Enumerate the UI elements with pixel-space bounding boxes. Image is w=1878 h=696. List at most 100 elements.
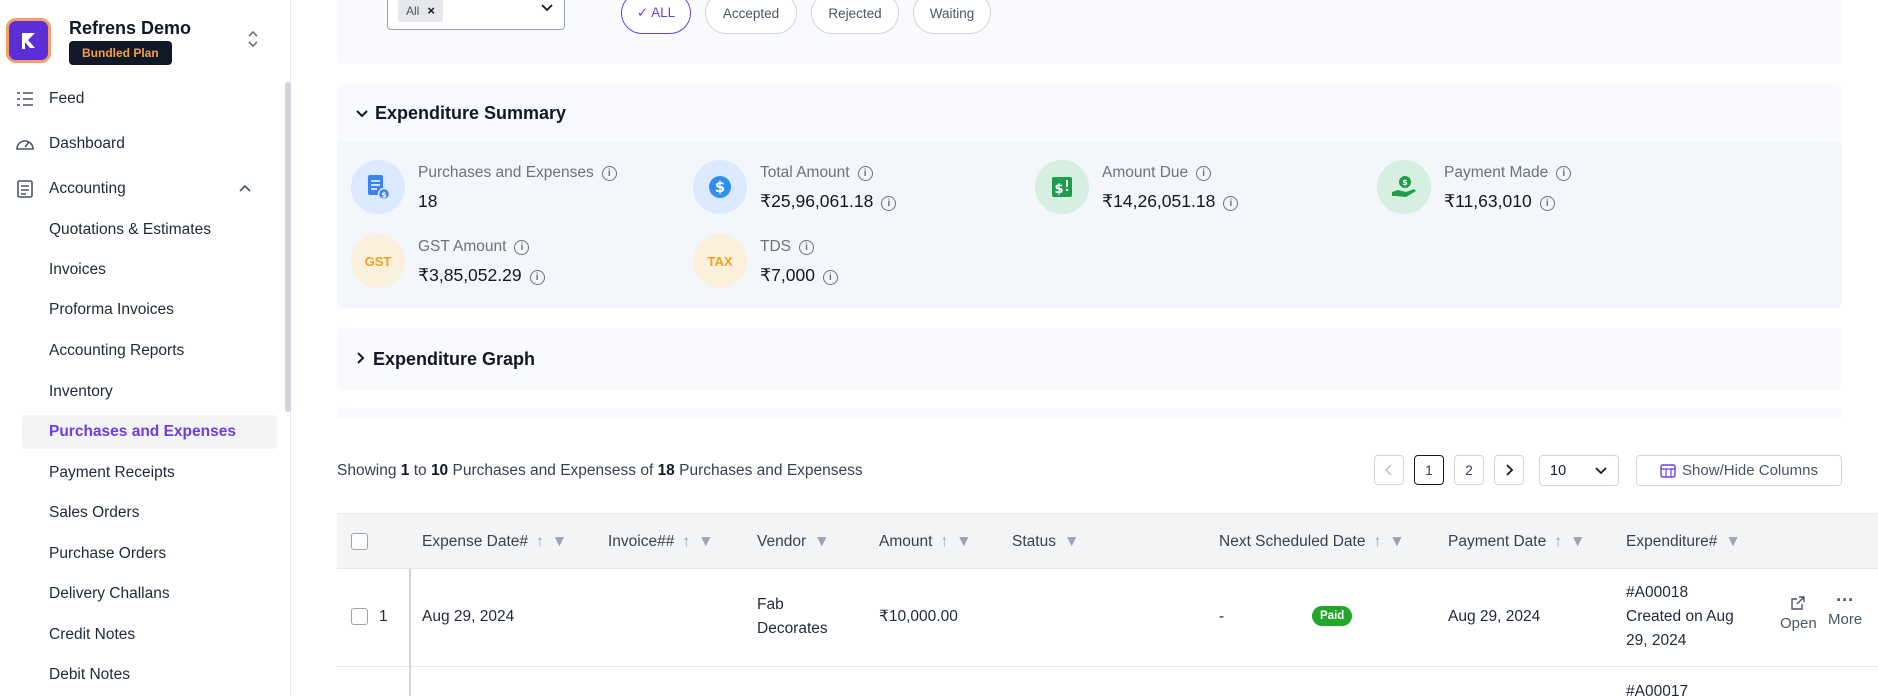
info-icon[interactable]: i (1223, 196, 1239, 211)
column-header-next-scheduled-date[interactable]: Next Scheduled Date ↑ ▼ (1219, 514, 1405, 570)
next-page-button[interactable] (1494, 455, 1524, 485)
tag-filter-select[interactable]: All × (387, 0, 565, 30)
panel-divider (337, 408, 1842, 418)
stat-label: Purchases and Expenses (418, 164, 594, 181)
cell-payment-date: Aug 29, 2024 (1448, 608, 1541, 625)
select-all-checkbox[interactable] (351, 533, 368, 550)
stat-label: Total Amount (760, 164, 850, 181)
column-label: Amount (879, 533, 933, 550)
org-switcher[interactable]: Refrens Demo Bundled Plan (6, 18, 288, 74)
filter-icon[interactable]: ▼ (1389, 533, 1404, 551)
sidebar-item-dashboard[interactable]: Dashboard (0, 127, 280, 161)
info-icon[interactable]: i (1556, 166, 1572, 181)
filter-icon[interactable]: ▼ (1570, 533, 1585, 551)
info-icon[interactable]: i (1196, 166, 1212, 181)
status-pill-rejected[interactable]: Rejected (811, 0, 899, 34)
cell-next-scheduled-date: - (1219, 608, 1225, 625)
showing-total: 18 (657, 462, 675, 479)
column-header-expenditure[interactable]: Expenditure# ▼ (1626, 514, 1741, 570)
sidebar-item-quotations[interactable]: Quotations & Estimates (22, 213, 277, 247)
sort-icon[interactable]: ↑ (1373, 533, 1381, 551)
filter-icon[interactable]: ▼ (1064, 533, 1079, 551)
sidebar-scrollbar[interactable] (285, 82, 291, 412)
page-button-2[interactable]: 2 (1454, 455, 1484, 485)
stat-amount-due: $ Amount Due i ₹14,26,051.18 i (1035, 160, 1355, 220)
prev-page-button[interactable] (1374, 455, 1404, 485)
status-pill-all[interactable]: ✓ ALL (621, 0, 691, 34)
filter-panel: All × ✓ ALL Accepted Rejected Waiting (337, 0, 1842, 64)
sidebar-item-purchases-expenses[interactable]: Purchases and Expenses (22, 415, 277, 449)
sort-icon[interactable]: ↑ (536, 533, 544, 551)
stat-value: ₹7,000 (760, 265, 815, 285)
table-header: Expense Date# ↑ ▼ Invoice## ↑ ▼ Vendor ▼ Amou… (337, 513, 1878, 569)
expenditure-number[interactable]: #A00017 (1626, 680, 1688, 696)
sidebar-item-accounting-reports[interactable]: Accounting Reports (22, 334, 277, 368)
plan-badge: Bundled Plan (69, 41, 172, 65)
more-button[interactable]: ··· More (1828, 591, 1862, 628)
column-divider (409, 569, 411, 696)
sidebar-item-debit-notes[interactable]: Debit Notes (22, 658, 277, 692)
column-header-expense-date[interactable]: Expense Date# ↑ ▼ (422, 514, 567, 570)
open-button[interactable]: Open (1780, 595, 1817, 632)
sidebar-item-feed[interactable]: Feed (0, 82, 280, 116)
sidebar-item-proforma-invoices[interactable]: Proforma Invoices (22, 293, 277, 327)
info-icon[interactable]: i (881, 196, 897, 211)
row-checkbox[interactable] (351, 608, 368, 625)
status-pill-accepted[interactable]: Accepted (705, 0, 797, 34)
filter-icon[interactable]: ▼ (814, 533, 829, 551)
stat-payment-made: $ Payment Made i ₹11,63,010 i (1377, 160, 1697, 220)
stat-value: ₹25,96,061.18 (760, 191, 874, 211)
info-icon[interactable]: i (1539, 196, 1555, 211)
filter-icon[interactable]: ▼ (1725, 533, 1740, 551)
status-pill-waiting[interactable]: Waiting (913, 0, 991, 34)
switch-org-icon[interactable] (246, 28, 260, 50)
info-icon[interactable]: i (601, 166, 617, 181)
cell-vendor[interactable]: Fab Decorates (757, 593, 847, 641)
sidebar-item-payment-receipts[interactable]: Payment Receipts (22, 456, 277, 490)
sidebar-item-delivery-challans[interactable]: Delivery Challans (22, 577, 277, 611)
expenditure-graph-toggle[interactable]: Expenditure Graph (337, 328, 1842, 390)
sidebar-item-inventory[interactable]: Inventory (22, 375, 277, 409)
sort-icon[interactable]: ↑ (682, 533, 690, 551)
filter-icon[interactable]: ▼ (552, 533, 567, 551)
info-icon[interactable]: i (514, 240, 530, 255)
filter-icon[interactable]: ▼ (698, 533, 713, 551)
sidebar-item-credit-notes[interactable]: Credit Notes (22, 618, 277, 652)
page-button-1[interactable]: 1 (1414, 455, 1444, 485)
info-icon[interactable]: i (857, 166, 873, 181)
column-header-invoice[interactable]: Invoice## ↑ ▼ (608, 514, 713, 570)
info-icon[interactable]: i (799, 240, 814, 255)
column-header-vendor[interactable]: Vendor ▼ (757, 514, 829, 570)
sidebar-item-purchase-orders[interactable]: Purchase Orders (22, 537, 277, 571)
column-header-payment-date[interactable]: Payment Date ↑ ▼ (1448, 514, 1585, 570)
per-page-select[interactable]: 10 (1539, 455, 1619, 486)
info-icon[interactable]: i (822, 270, 838, 285)
dollar-coin-icon: $ (693, 160, 747, 214)
stat-value: 18 (418, 191, 438, 211)
sidebar-item-label: Feed (49, 90, 85, 107)
sidebar-item-invoices[interactable]: Invoices (22, 253, 277, 287)
stat-label: Amount Due (1102, 164, 1189, 181)
tag-chip-label: All (406, 4, 420, 18)
filter-icon[interactable]: ▼ (956, 533, 971, 551)
sort-icon[interactable]: ↑ (1554, 533, 1562, 551)
sort-icon[interactable]: ↑ (940, 533, 948, 551)
column-header-amount[interactable]: Amount ↑ ▼ (879, 514, 972, 570)
summary-title: Expenditure Summary (375, 102, 567, 123)
chevron-left-icon (1384, 464, 1392, 476)
stat-tds: TAX TDS i ₹7,000 i (693, 234, 1013, 294)
stat-label: TDS (760, 238, 791, 255)
column-header-status[interactable]: Status ▼ (1012, 514, 1079, 570)
sidebar-item-accounting[interactable]: Accounting (0, 172, 280, 206)
chevron-up-icon[interactable] (238, 180, 252, 198)
column-label: Vendor (757, 533, 807, 550)
sidebar-item-sales-orders[interactable]: Sales Orders (22, 496, 277, 530)
expenditure-summary-toggle[interactable]: Expenditure Summary (337, 84, 1842, 142)
column-label: Payment Date (1448, 533, 1547, 550)
stat-gst-amount: GST GST Amount i ₹3,85,052.29 i (351, 234, 671, 294)
info-icon[interactable]: i (529, 270, 545, 285)
expenditure-number[interactable]: #A00018 (1626, 581, 1751, 605)
show-hide-columns-button[interactable]: Show/Hide Columns (1636, 455, 1842, 486)
tag-chip: All × (398, 0, 443, 22)
remove-tag-icon[interactable]: × (427, 3, 435, 18)
